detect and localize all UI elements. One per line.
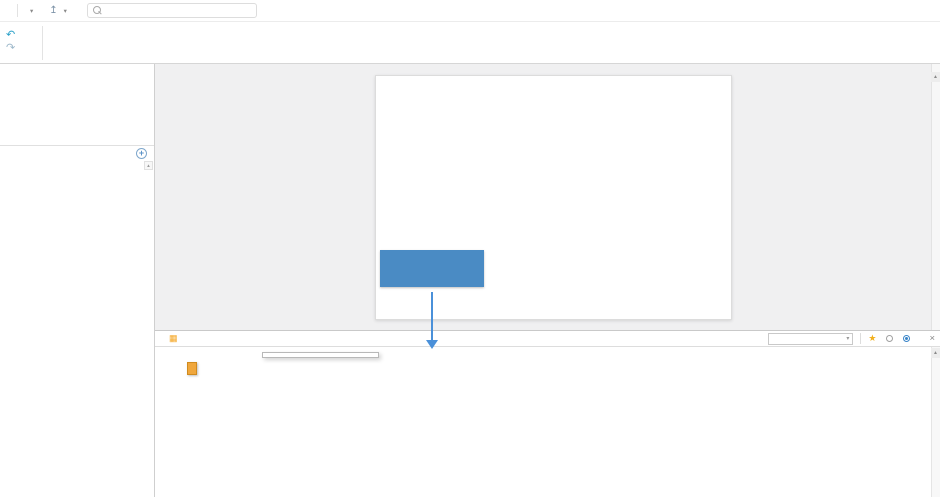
- filter-dropdown[interactable]: ▾: [768, 333, 853, 345]
- variable-label-tooltip: [187, 362, 197, 375]
- divider: [860, 333, 861, 344]
- dataset-file-icon: ▦: [169, 334, 178, 343]
- close-icon[interactable]: ×: [929, 333, 935, 344]
- radio-circle-selected-icon: [903, 335, 910, 342]
- grid-scrollbar[interactable]: ▲: [931, 347, 940, 497]
- publish-icon: ↥: [49, 5, 57, 16]
- publish-button[interactable]: ↥ ▾: [49, 5, 67, 16]
- chevron-down-icon: ▾: [846, 335, 849, 342]
- radio-circle-icon: [886, 335, 893, 342]
- chevron-down-icon: ▾: [64, 7, 67, 15]
- labels-radio[interactable]: [886, 335, 896, 342]
- displayr-app: ▾ ↥ ▾ ↶ ↷: [0, 0, 940, 497]
- data-editor-header: ▦ ▾ ★ ×: [155, 331, 940, 347]
- divider: [42, 26, 43, 60]
- document-title-menu[interactable]: ▾: [27, 7, 33, 15]
- context-menu: [262, 352, 379, 358]
- annotation-arrow-line: [431, 292, 433, 340]
- canvas-scrollbar[interactable]: ▲: [931, 64, 940, 330]
- divider: [17, 4, 18, 17]
- star-icon: ★: [868, 334, 876, 343]
- redo-button[interactable]: ↷: [6, 43, 15, 56]
- datasets-panel-title: +: [0, 146, 154, 160]
- add-dataset-button[interactable]: +: [136, 148, 147, 159]
- chevron-down-icon: ▾: [30, 7, 33, 15]
- sidebar: + ▲: [0, 64, 155, 497]
- annotation-arrow-head: [426, 340, 438, 349]
- new-variable-button[interactable]: ★: [868, 334, 879, 343]
- values-radio[interactable]: [903, 335, 913, 342]
- scroll-up-button[interactable]: ▲: [144, 161, 153, 170]
- search-box[interactable]: [87, 3, 257, 18]
- pages-panel-title: [0, 64, 154, 78]
- pages-panel: [0, 64, 154, 146]
- undo-button[interactable]: ↶: [6, 30, 15, 43]
- datasets-panel: + ▲: [0, 146, 154, 160]
- search-input[interactable]: [107, 6, 251, 16]
- page-canvas: ▲: [155, 64, 940, 330]
- top-bar: ▾ ↥ ▾: [0, 0, 940, 22]
- toolbar-ribbon: ↶ ↷: [0, 22, 940, 64]
- data-grid: [155, 347, 931, 497]
- scroll-up-icon[interactable]: ▲: [931, 72, 940, 82]
- search-icon: [93, 6, 102, 15]
- inserted-variable-callout[interactable]: [380, 250, 484, 287]
- scroll-up-icon[interactable]: ▲: [931, 348, 940, 358]
